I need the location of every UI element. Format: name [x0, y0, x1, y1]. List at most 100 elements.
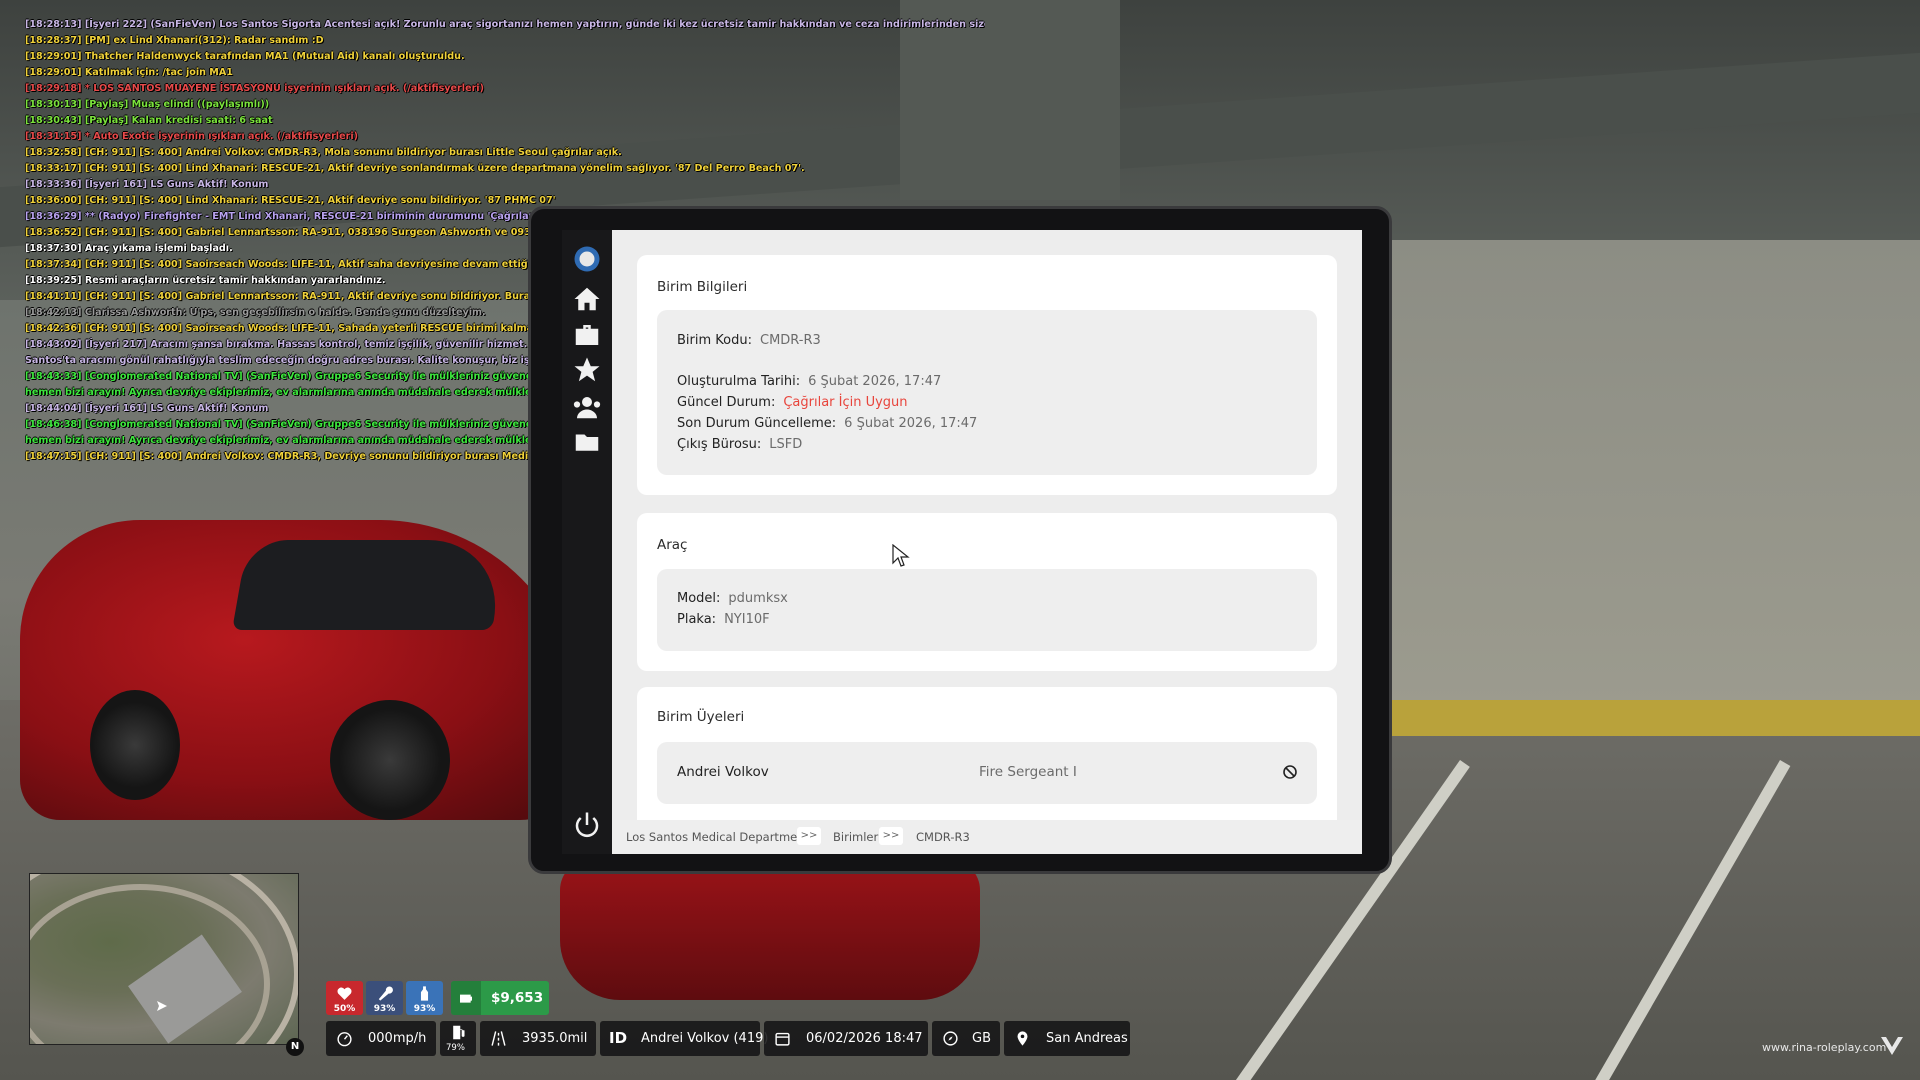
plate-row: Plaka: NYI10F	[677, 612, 770, 627]
badge-icon[interactable]	[572, 244, 602, 274]
speedometer-icon	[337, 1032, 352, 1047]
chat-line: [18:32:58] [CH: 911] [S: 400] Andrei Vol…	[25, 147, 622, 158]
chat-line: [18:33:17] [CH: 911] [S: 400] Lind Xhana…	[25, 163, 805, 174]
location-pin-icon	[1017, 1031, 1028, 1046]
star-icon[interactable]	[572, 355, 602, 385]
unit-info-panel: Birim Kodu: CMDR-R3 Oluşturulma Tarihi: 6 …	[657, 310, 1317, 475]
vehicle-panel: Model: pdumksx Plaka: NYI10F	[657, 569, 1317, 651]
direction-value: GB	[972, 1031, 991, 1046]
hunger-value: 93%	[373, 1004, 396, 1014]
members-card: Birim Üyeleri Andrei Volkov Fire Sergean…	[637, 687, 1337, 837]
member-row: Andrei Volkov Fire Sergeant I	[657, 742, 1317, 804]
car-window	[232, 540, 508, 630]
vehicle-card: Araç Model: pdumksx Plaka: NYI10F	[637, 513, 1337, 671]
server-watermark: www.rina-roleplay.com	[1762, 1041, 1887, 1054]
bureau-row: Çıkış Bürosu: LSFD	[677, 437, 802, 452]
player-box: ID Andrei Volkov (419)	[600, 1021, 768, 1056]
model-label: Model:	[677, 591, 721, 606]
home-icon[interactable]	[572, 284, 602, 314]
updated-label: Son Durum Güncelleme:	[677, 416, 837, 431]
compass-icon	[943, 1031, 958, 1046]
fuel-icon	[453, 1025, 465, 1040]
chat-line: [18:30:43] [Paylaş] Kalan kredisi saati:…	[25, 115, 273, 126]
player-arrow-icon	[157, 1001, 167, 1011]
money-value: $9,653	[491, 990, 544, 1006]
odometer-box: 3935.0mil	[480, 1021, 596, 1056]
food-icon	[378, 986, 393, 1001]
thirst-stat: 93%	[406, 981, 443, 1015]
breadcrumb: Los Santos Medical Department >> Birimle…	[612, 820, 1362, 854]
unit-code-row: Birim Kodu: CMDR-R3	[677, 333, 821, 348]
wallet-icon	[460, 994, 472, 1003]
thirst-value: 93%	[413, 1004, 436, 1014]
health-value: 50%	[333, 1004, 356, 1014]
datetime-box: 06/02/2026 18:47	[764, 1021, 928, 1056]
speed-box: 000mp/h	[326, 1021, 436, 1056]
wallet-box	[451, 981, 481, 1015]
remove-member-icon[interactable]	[1282, 764, 1298, 780]
health-stat: 50%	[326, 981, 363, 1015]
unit-code-label: Birim Kodu:	[677, 333, 752, 348]
power-icon[interactable]	[572, 810, 602, 840]
calendar-icon	[775, 1032, 790, 1046]
breadcrumb-separator: >>	[797, 827, 821, 845]
heart-icon	[337, 987, 352, 1000]
id-icon: ID	[609, 1029, 628, 1047]
tablet-screen: Birim Bilgileri Birim Kodu: CMDR-R3 Oluşt…	[612, 230, 1362, 854]
folder-icon[interactable]	[572, 427, 602, 457]
users-icon[interactable]	[572, 392, 602, 422]
updated-value: 6 Şubat 2026, 17:47	[844, 416, 978, 431]
speed-value: 000mp/h	[368, 1031, 427, 1046]
chat-line: [18:29:18] * LOS SANTOS MUAYENE İSTASYON…	[25, 83, 484, 94]
status-label: Güncel Durum:	[677, 395, 776, 410]
status-row: Güncel Durum: Çağrılar İçin Uygun	[677, 395, 908, 410]
hunger-stat: 93%	[366, 981, 403, 1015]
unit-info-title: Birim Bilgileri	[657, 279, 748, 295]
chat-line: [18:33:36] [İşyeri 161] LS Guns Aktif! K…	[25, 179, 269, 190]
model-value: pdumksx	[728, 591, 788, 606]
plate-value: NYI10F	[724, 612, 770, 627]
bureau-value: LSFD	[769, 437, 803, 452]
created-row: Oluşturulma Tarihi: 6 Şubat 2026, 17:47	[677, 374, 941, 389]
chat-line: [18:29:01] Thatcher Haldenwyck tarafında…	[25, 51, 465, 62]
member-name: Andrei Volkov	[677, 764, 769, 780]
breadcrumb-department[interactable]: Los Santos Medical Department	[626, 830, 809, 844]
location-box: San Andreas	[1004, 1021, 1130, 1056]
north-indicator: N	[286, 1038, 304, 1056]
status-value: Çağrılar İçin Uygun	[783, 395, 908, 410]
breadcrumb-units[interactable]: Birimler	[833, 830, 878, 844]
fuel-box: 79%	[440, 1021, 476, 1056]
vehicle-title: Araç	[657, 537, 688, 553]
unit-info-card: Birim Bilgileri Birim Kodu: CMDR-R3 Oluşt…	[637, 255, 1337, 495]
server-logo-icon	[1881, 1037, 1903, 1055]
tablet-sidebar	[562, 230, 612, 854]
created-value: 6 Şubat 2026, 17:47	[808, 374, 942, 389]
updated-row: Son Durum Güncelleme: 6 Şubat 2026, 17:47	[677, 416, 977, 431]
created-label: Oluşturulma Tarihi:	[677, 374, 801, 389]
garage-wall	[1380, 240, 1920, 740]
wall-stripe	[1380, 700, 1920, 736]
red-car	[560, 860, 980, 1000]
briefcase-icon[interactable]	[572, 320, 602, 350]
road-icon	[491, 1031, 506, 1046]
minimap	[29, 873, 299, 1045]
chat-line: [18:30:13] [Paylaş] Muaş elindi ((paylaş…	[25, 99, 270, 110]
odometer-value: 3935.0mil	[522, 1031, 588, 1046]
mdt-tablet: Birim Bilgileri Birim Kodu: CMDR-R3 Oluşt…	[528, 206, 1392, 874]
location-value: San Andreas	[1046, 1031, 1128, 1046]
fuel-value: 79%	[446, 1043, 465, 1053]
breadcrumb-separator: >>	[879, 827, 903, 845]
car-wheel	[330, 700, 450, 820]
chat-line: [18:28:37] [PM] ex Lind Xhanari(312): Ra…	[25, 35, 324, 46]
unit-code-value: CMDR-R3	[760, 333, 821, 348]
bottle-icon	[420, 986, 429, 1001]
members-title: Birim Üyeleri	[657, 709, 745, 725]
chat-line: [18:29:01] Katılmak için: /tac join MA1	[25, 67, 233, 78]
direction-box: GB	[932, 1021, 1000, 1056]
cursor-icon	[892, 544, 910, 567]
breadcrumb-current-unit: CMDR-R3	[916, 830, 970, 844]
bureau-label: Çıkış Bürosu:	[677, 437, 762, 452]
plate-label: Plaka:	[677, 612, 717, 627]
member-rank: Fire Sergeant I	[979, 764, 1077, 780]
player-name: Andrei Volkov (419)	[641, 1031, 769, 1046]
